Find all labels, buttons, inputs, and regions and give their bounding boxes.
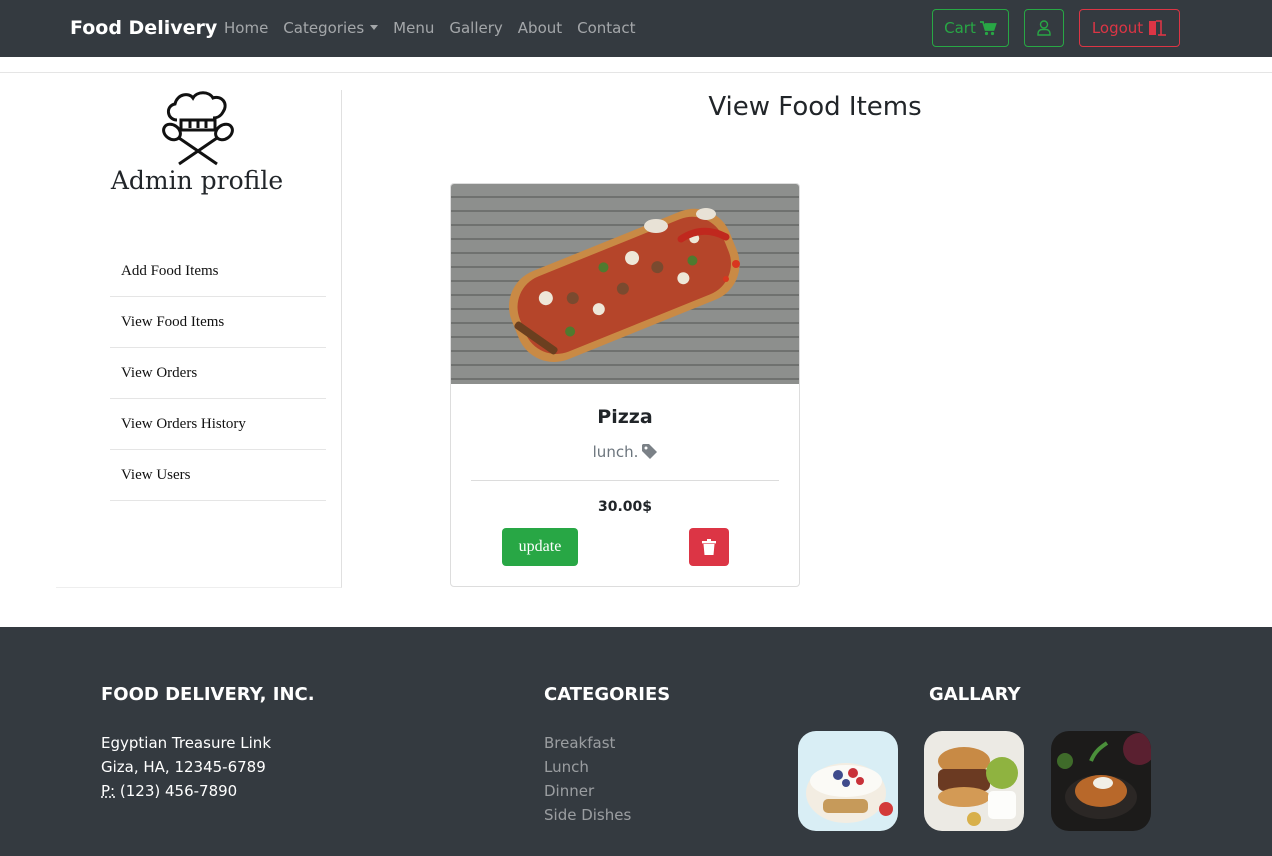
footer-phone-line: P: (123) 456-7890 bbox=[101, 779, 271, 803]
menu-view-orders[interactable]: View Orders bbox=[110, 348, 326, 399]
footer-street: Egyptian Treasure Link bbox=[101, 734, 272, 752]
food-item-category: lunch. bbox=[451, 443, 799, 461]
cart-button-label: Cart bbox=[944, 19, 976, 37]
caret-down-icon bbox=[370, 25, 379, 30]
navbar-brand[interactable]: Food Delivery bbox=[70, 17, 217, 39]
admin-profile-title: Admin profile bbox=[110, 166, 284, 195]
delete-button[interactable] bbox=[689, 528, 729, 566]
nav-gallery[interactable]: Gallery bbox=[449, 19, 502, 37]
footer-category-side-dishes[interactable]: Side Dishes bbox=[544, 803, 631, 827]
footer-category-breakfast[interactable]: Breakfast bbox=[544, 731, 631, 755]
footer-company-heading: FOOD DELIVERY, INC. bbox=[101, 684, 315, 705]
nav-menu[interactable]: Menu bbox=[393, 19, 434, 37]
pizza-photo bbox=[451, 184, 799, 384]
top-navbar: Food Delivery Home Categories Menu Galle… bbox=[0, 0, 1272, 57]
food-item-card: Pizza lunch. 30.00$ update bbox=[450, 183, 800, 587]
user-icon bbox=[1037, 20, 1051, 36]
footer-city: Giza, HA, 12345-6789 bbox=[101, 758, 266, 776]
nav-categories-label: Categories bbox=[283, 19, 365, 37]
footer-address: Egyptian Treasure Link Giza, HA, 12345-6… bbox=[101, 731, 271, 803]
user-profile-button[interactable] bbox=[1024, 9, 1064, 47]
footer-phone-label: P: bbox=[101, 782, 116, 800]
nav-links: Home Categories Menu Gallery About Conta… bbox=[224, 19, 651, 37]
tag-icon bbox=[642, 444, 658, 459]
admin-sidebar: Admin profile Add Food Items View Food I… bbox=[56, 90, 342, 588]
menu-view-food-items[interactable]: View Food Items bbox=[110, 297, 326, 348]
page-title: View Food Items bbox=[708, 92, 922, 122]
door-exit-icon bbox=[1149, 20, 1167, 36]
gallery-image-dinner-plate[interactable] bbox=[1051, 731, 1151, 831]
food-item-name: Pizza bbox=[597, 406, 653, 428]
footer-categories-list: Breakfast Lunch Dinner Side Dishes bbox=[544, 731, 631, 827]
page-footer: FOOD DELIVERY, INC. Egyptian Treasure Li… bbox=[0, 627, 1272, 856]
food-item-price: 30.00$ bbox=[597, 499, 653, 515]
trash-icon bbox=[702, 539, 716, 555]
food-item-category-text: lunch. bbox=[592, 443, 639, 461]
nav-home[interactable]: Home bbox=[224, 19, 268, 37]
shopping-cart-icon bbox=[979, 20, 997, 35]
menu-view-users[interactable]: View Users bbox=[110, 450, 326, 501]
admin-menu: Add Food Items View Food Items View Orde… bbox=[110, 246, 326, 501]
menu-add-food-items[interactable]: Add Food Items bbox=[110, 246, 326, 297]
logout-button[interactable]: Logout bbox=[1079, 9, 1180, 47]
cart-button[interactable]: Cart bbox=[932, 9, 1009, 47]
footer-phone: (123) 456-7890 bbox=[119, 782, 238, 800]
chef-hat-logo-icon bbox=[162, 91, 234, 166]
nav-contact[interactable]: Contact bbox=[577, 19, 635, 37]
footer-category-lunch[interactable]: Lunch bbox=[544, 755, 631, 779]
card-divider bbox=[471, 480, 779, 481]
gallery-image-burger[interactable] bbox=[924, 731, 1024, 831]
nav-categories-dropdown[interactable]: Categories bbox=[283, 19, 379, 37]
gallery-image-yogurt-bowl[interactable] bbox=[798, 731, 898, 831]
footer-gallery-heading: GALLARY bbox=[929, 684, 1021, 705]
footer-category-dinner[interactable]: Dinner bbox=[544, 779, 631, 803]
top-divider bbox=[0, 72, 1272, 73]
logout-button-label: Logout bbox=[1091, 19, 1144, 37]
menu-view-orders-history[interactable]: View Orders History bbox=[110, 399, 326, 450]
footer-categories-heading: CATEGORIES bbox=[544, 684, 671, 705]
update-button[interactable]: update bbox=[502, 528, 578, 566]
nav-about[interactable]: About bbox=[518, 19, 562, 37]
